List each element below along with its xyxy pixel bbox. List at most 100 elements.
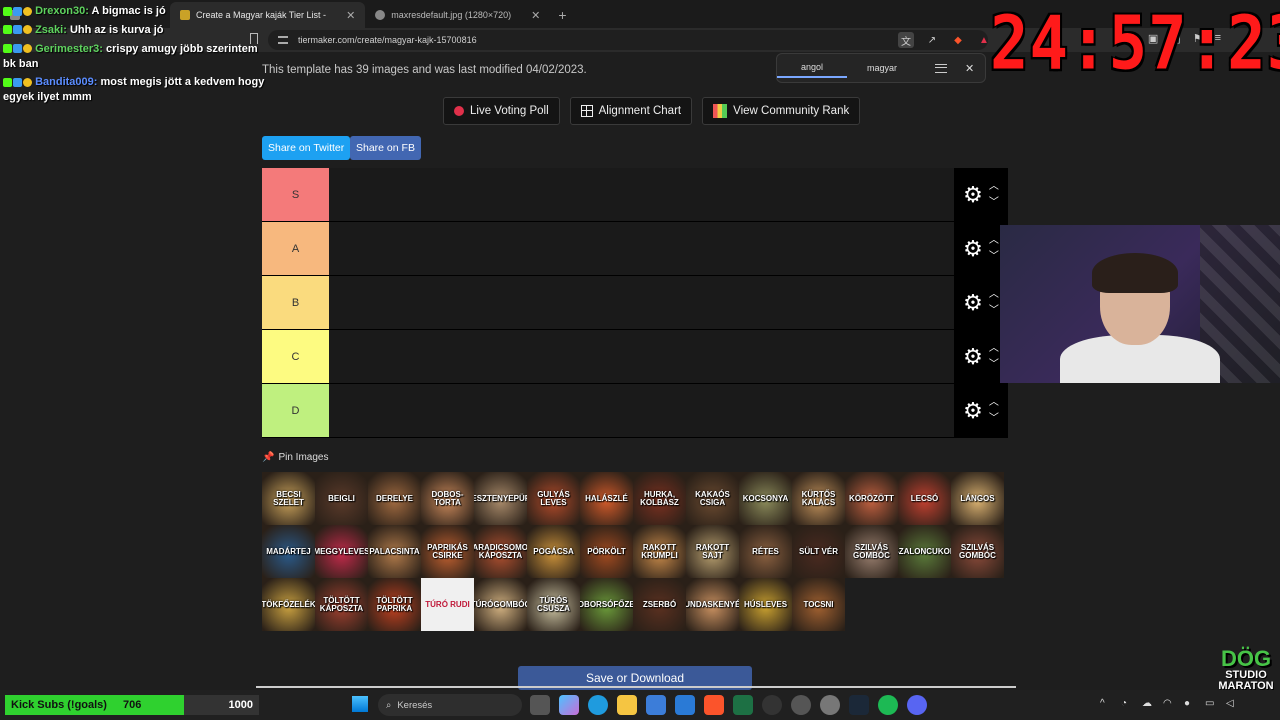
gear-icon[interactable]: ⚙ [963,237,983,260]
close-tab-icon[interactable]: ✕ [531,9,540,22]
windows-start-icon[interactable] [352,696,368,712]
tier-label[interactable]: A [262,222,329,275]
food-image-tile[interactable]: HÚSLEVES [739,578,792,631]
food-image-tile[interactable]: HURKA, KOLBÁSZ [633,472,686,525]
site-info-icon[interactable] [278,36,288,44]
live-voting-poll-button[interactable]: Live Voting Poll [443,97,560,125]
gear-icon[interactable]: ⚙ [963,183,983,206]
food-image-tile[interactable]: RÉTES [739,525,792,578]
translate-options-icon[interactable] [935,63,947,73]
steam-icon[interactable] [849,695,869,715]
close-tab-icon[interactable]: ✕ [346,9,355,22]
food-image-tile[interactable]: PALACSINTA [368,525,421,578]
copilot-icon[interactable] [559,695,579,715]
spotify-icon[interactable] [878,695,898,715]
task-view-icon[interactable] [530,695,550,715]
network-icon[interactable]: ◔ [1121,698,1133,710]
food-image-tile[interactable]: LECSÓ [898,472,951,525]
food-image-tile[interactable]: DOBOS-TORTA [421,472,474,525]
food-image-tile[interactable]: TÚRÓ RUDI [421,578,474,631]
share-icon[interactable]: ↗ [924,32,940,48]
food-image-tile[interactable]: RAKOTT SAJT [686,525,739,578]
chevron-up-icon[interactable]: ︿ [989,181,999,192]
tier-dropzone[interactable] [329,330,954,383]
food-image-tile[interactable]: PARADICSOMOS KÁPOSZTA [474,525,527,578]
chevron-down-icon[interactable]: ﹀ [989,251,999,262]
food-image-tile[interactable]: POGÁCSA [527,525,580,578]
food-image-tile[interactable]: LÁNGOS [951,472,1004,525]
edge-icon[interactable] [588,695,608,715]
close-icon[interactable]: ✕ [965,62,974,75]
food-image-tile[interactable]: KÖRÖZÖTT [845,472,898,525]
food-image-tile[interactable]: ZSERBÓ [633,578,686,631]
pin-images-toggle[interactable]: 📌 Pin Images [262,452,328,463]
food-image-tile[interactable]: BEIGLI [315,472,368,525]
obs-icon[interactable] [762,695,782,715]
food-image-tile[interactable]: GESZTENYEPÜRÉ [474,472,527,525]
food-image-tile[interactable]: KAKAÓS CSIGA [686,472,739,525]
food-image-tile[interactable]: SZILVÁS GOMBÓC [951,525,1004,578]
tier-label[interactable]: D [262,384,329,437]
food-image-tile[interactable]: PÖRKÖLT [580,525,633,578]
settings-icon[interactable] [820,695,840,715]
new-tab-icon[interactable]: + [558,2,566,28]
chevron-down-icon[interactable]: ﹀ [989,305,999,316]
lang-to-tab[interactable]: magyar [847,59,917,77]
share-twitter-button[interactable]: Share on Twitter [262,136,351,160]
food-image-tile[interactable]: TÖLTÖTT KÁPOSZTA [315,578,368,631]
tab-image[interactable]: maxresdefault.jpg (1280×720) ✕ [365,2,550,28]
food-image-tile[interactable]: SZALONCUKOR [898,525,951,578]
food-image-tile[interactable]: TÚRÓS CSUSZA [527,578,580,631]
tier-label[interactable]: S [262,168,329,221]
chevron-down-icon[interactable]: ﹀ [989,359,999,370]
tier-dropzone[interactable] [329,168,954,221]
food-image-tile[interactable]: PAPRIKÁS CSIRKE [421,525,474,578]
food-image-tile[interactable]: TÖKFŐZELÉK [262,578,315,631]
cloud-icon[interactable]: ☁ [1142,698,1154,710]
community-rank-button[interactable]: View Community Rank [702,97,861,125]
chrome-icon[interactable] [791,695,811,715]
tier-dropzone[interactable] [329,276,954,329]
food-image-tile[interactable]: HALÁSZLÉ [580,472,633,525]
food-image-tile[interactable]: PUNDASKENYÉR [686,578,739,631]
food-image-tile[interactable]: KÜRTŐS KALÁCS [792,472,845,525]
food-image-tile[interactable]: RAKOTT KRUMPLI [633,525,686,578]
food-image-tile[interactable]: SÜLT VÉR [792,525,845,578]
chevron-up-icon[interactable]: ︿ [989,289,999,300]
food-image-tile[interactable]: SZILVÁS GOMBÓC [845,525,898,578]
food-image-tile[interactable]: MADÁRTEJ [262,525,315,578]
mail-icon[interactable] [675,695,695,715]
food-image-tile[interactable]: DERELYE [368,472,421,525]
share-fb-button[interactable]: Share on FB [350,136,421,160]
brave-shield-icon[interactable]: ◆ [950,32,966,48]
tier-label[interactable]: B [262,276,329,329]
food-image-tile[interactable]: TOCSNI [792,578,845,631]
address-bar[interactable]: tiermaker.com/create/magyar-kajk-1570081… [268,30,988,50]
microphone-icon[interactable]: ● [1184,698,1196,710]
wifi-icon[interactable]: ◠ [1163,698,1175,710]
chevron-up-icon[interactable]: ^ [1100,698,1112,710]
chevron-down-icon[interactable]: ﹀ [989,413,999,424]
gear-icon[interactable]: ⚙ [963,291,983,314]
gear-icon[interactable]: ⚙ [963,345,983,368]
chevron-up-icon[interactable]: ︿ [989,397,999,408]
tier-dropzone[interactable] [329,222,954,275]
food-image-tile[interactable]: TÖLTÖTT PAPRIKA [368,578,421,631]
chevron-up-icon[interactable]: ︿ [989,343,999,354]
store-icon[interactable] [646,695,666,715]
alignment-chart-button[interactable]: Alignment Chart [569,97,693,125]
food-image-tile[interactable]: ZÖLDBORSÓFŐZELÉK [580,578,633,631]
discord-icon[interactable] [907,695,927,715]
gear-icon[interactable]: ⚙ [963,399,983,422]
excel-icon[interactable] [733,695,753,715]
translate-icon[interactable]: 文 [898,32,914,48]
chevron-down-icon[interactable]: ﹀ [989,197,999,208]
tier-dropzone[interactable] [329,384,954,437]
food-image-tile[interactable]: GULYÁS LEVES [527,472,580,525]
tier-label[interactable]: C [262,330,329,383]
taskbar-search[interactable]: ⌕ Keresés [378,694,522,716]
file-explorer-icon[interactable] [617,695,637,715]
food-image-tile[interactable]: MEGGYLEVES [315,525,368,578]
brave-icon[interactable] [704,695,724,715]
food-image-tile[interactable]: BECSI SZELET [262,472,315,525]
